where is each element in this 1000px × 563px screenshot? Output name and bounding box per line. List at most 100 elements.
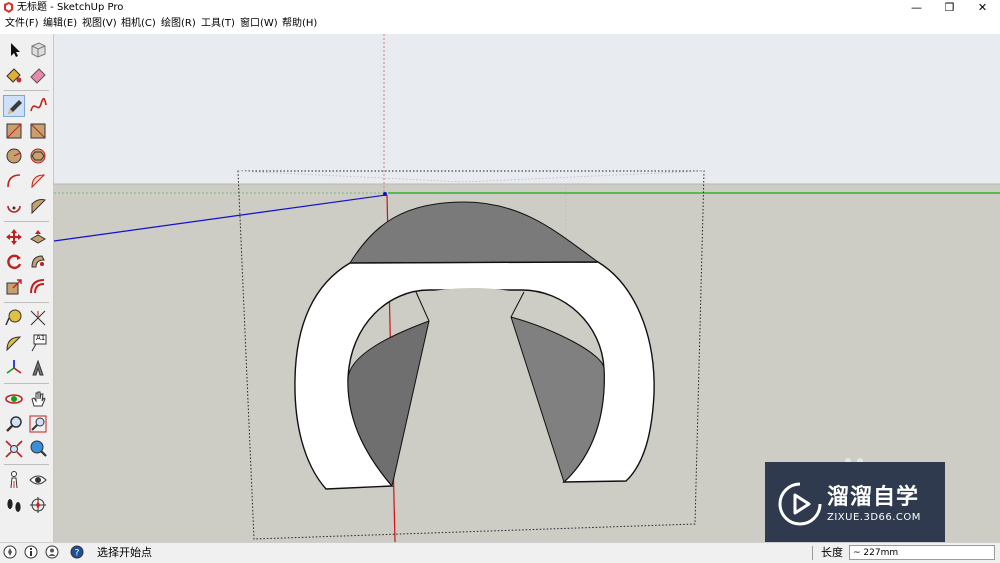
two-point-arc-tool[interactable] — [3, 195, 25, 217]
measurements-input[interactable]: ~ 227mm — [849, 545, 995, 560]
zoom-tool[interactable] — [3, 413, 25, 435]
toolbar-divider — [4, 90, 49, 91]
status-bar: ? 选择开始点 长度 ~ 227mm — [0, 542, 1000, 563]
three-point-arc-icon — [31, 199, 46, 215]
magnifier-icon — [6, 416, 22, 432]
watermark: 溜溜自学 ZIXUE.3D66.COM — [765, 462, 945, 547]
help-icon[interactable]: ? — [70, 545, 84, 559]
pie-tool[interactable] — [27, 170, 49, 192]
eye-icon — [29, 475, 47, 485]
zoom-extents-tool[interactable] — [3, 438, 25, 460]
paint-bucket-tool[interactable] — [3, 64, 25, 86]
offset-tool[interactable] — [27, 276, 49, 298]
polygon-icon — [30, 148, 46, 164]
protractor-icon — [6, 336, 22, 352]
axes-tool[interactable] — [3, 357, 25, 379]
orbit-tool[interactable] — [3, 388, 25, 410]
protractor-tool[interactable] — [3, 332, 25, 354]
title-bar: 无标题 - SketchUp Pro — ❐ ✕ — [0, 0, 1000, 16]
move-arrows-icon — [6, 229, 22, 245]
menu-view[interactable]: 视图(V) — [82, 18, 117, 30]
push-pull-tool[interactable] — [27, 226, 49, 248]
select-tool[interactable] — [3, 39, 25, 61]
section-plane-icon — [30, 497, 46, 513]
section-plane-tool[interactable] — [27, 494, 49, 516]
sky — [54, 34, 1000, 184]
window-title: 无标题 - SketchUp Pro — [17, 2, 124, 13]
toolbar-divider — [4, 383, 49, 384]
follow-me-tool[interactable] — [27, 251, 49, 273]
hand-icon — [31, 391, 46, 407]
cube-icon — [31, 42, 46, 58]
tape-measure-tool[interactable] — [3, 307, 25, 329]
three-point-arc-tool[interactable] — [27, 195, 49, 217]
push-pull-icon — [29, 230, 47, 244]
pan-tool[interactable] — [27, 388, 49, 410]
toolbar-divider — [4, 464, 49, 465]
user-account-icon[interactable] — [45, 545, 59, 559]
freehand-icon — [30, 97, 47, 112]
arc-tool[interactable] — [3, 170, 25, 192]
position-camera-tool[interactable] — [3, 469, 25, 491]
rotated-rectangle-tool[interactable] — [27, 120, 49, 142]
circle-icon — [6, 148, 22, 164]
arc-icon — [7, 174, 21, 188]
watermark-title: 溜溜自学 — [827, 485, 920, 510]
watermark-url: ZIXUE.3D66.COM — [827, 512, 921, 523]
footprints-icon — [7, 499, 21, 512]
menu-file[interactable]: 文件(F) — [5, 18, 39, 30]
move-tool[interactable] — [3, 226, 25, 248]
toolbar-divider — [4, 302, 49, 303]
eraser-tool[interactable] — [27, 64, 49, 86]
dimension-tool[interactable] — [27, 307, 49, 329]
follow-me-icon — [31, 255, 45, 268]
previous-view-tool[interactable] — [27, 438, 49, 460]
maximize-button[interactable]: ❐ — [933, 0, 966, 16]
person-icon — [10, 471, 18, 489]
pie-icon — [31, 174, 46, 189]
close-button[interactable]: ✕ — [966, 0, 999, 16]
pencil-icon — [8, 100, 22, 114]
menu-window[interactable]: 窗口(W) — [240, 18, 278, 30]
left-toolbar: A1 — [0, 34, 54, 542]
geo-location-icon[interactable] — [3, 545, 17, 559]
menu-draw[interactable]: 绘图(R) — [161, 18, 196, 30]
menu-edit[interactable]: 编辑(E) — [43, 18, 77, 30]
eraser-icon — [30, 68, 46, 84]
info-icon[interactable] — [24, 545, 38, 559]
paint-bucket-icon — [6, 68, 22, 83]
svg-text:?: ? — [75, 549, 80, 559]
rotate-tool[interactable] — [3, 251, 25, 273]
scale-tool[interactable] — [3, 276, 25, 298]
3d-text-tool[interactable] — [27, 357, 49, 379]
look-around-tool[interactable] — [27, 469, 49, 491]
sketchup-logo-icon — [4, 2, 13, 13]
component-tool[interactable] — [27, 39, 49, 61]
freehand-tool[interactable] — [27, 95, 49, 117]
menu-camera[interactable]: 相机(C) — [121, 18, 156, 30]
arrow-cursor-icon — [11, 43, 20, 57]
toolbar-divider — [4, 221, 49, 222]
offset-icon — [30, 279, 45, 294]
rectangle-icon — [6, 123, 22, 139]
zoom-extents-icon — [5, 440, 23, 458]
menu-tools[interactable]: 工具(T) — [201, 18, 235, 30]
polygon-tool[interactable] — [27, 145, 49, 167]
two-point-arc-icon — [7, 205, 21, 213]
text-tool[interactable]: A1 — [27, 332, 49, 354]
line-tool[interactable] — [3, 95, 25, 117]
status-divider — [812, 546, 813, 560]
rectangle-tool[interactable] — [3, 120, 25, 142]
walk-tool[interactable] — [3, 494, 25, 516]
axes-icon — [6, 360, 22, 374]
previous-view-icon — [30, 440, 47, 457]
3d-text-icon — [32, 359, 44, 376]
dimension-icon — [30, 310, 46, 326]
zoom-window-tool[interactable] — [27, 413, 49, 435]
menu-bar: 文件(F) 编辑(E) 视图(V) 相机(C) 绘图(R) 工具(T) 窗口(W… — [0, 16, 1000, 33]
rotated-rectangle-icon — [30, 123, 46, 139]
menu-help[interactable]: 帮助(H) — [282, 18, 317, 30]
minimize-button[interactable]: — — [900, 0, 933, 16]
circle-tool[interactable] — [3, 145, 25, 167]
measurements-label: 长度 — [821, 546, 843, 559]
